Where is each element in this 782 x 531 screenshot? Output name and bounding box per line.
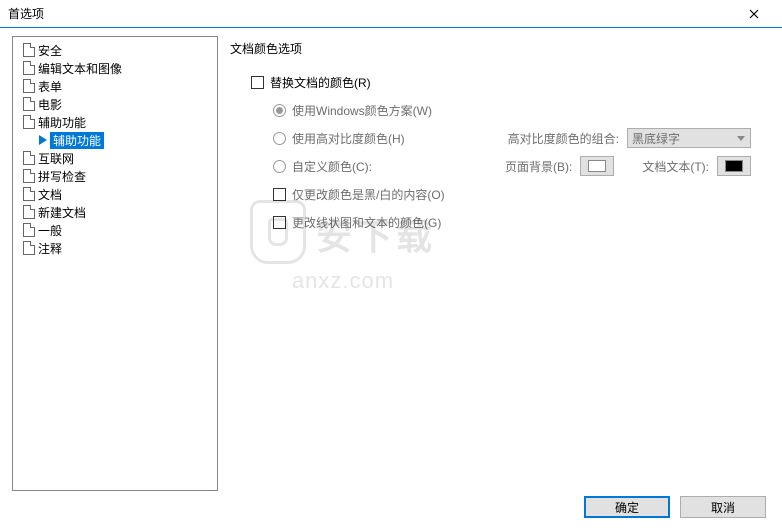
sidebar-item-label: 电影 [38,96,62,113]
sidebar-item-label: 一般 [38,222,62,239]
group-title: 文档颜色选项 [230,40,762,57]
titlebar: 首选项 [0,0,782,28]
windows-scheme-radio[interactable] [273,104,286,117]
page-icon [23,205,35,219]
close-button[interactable] [734,4,774,24]
page-icon [23,115,35,129]
category-tree: 安全 编辑文本和图像 表单 电影 辅助功能 辅助功能 互联网 拼写检查 文档 新… [12,36,218,491]
ok-button[interactable]: 确定 [584,496,670,518]
window-title: 首选项 [8,5,734,22]
sidebar-item-spellcheck[interactable]: 拼写检查 [15,167,215,185]
cancel-label: 取消 [711,499,735,516]
sidebar-item-label: 新建文档 [38,204,86,221]
change-lines-row: 更改线状图和文本的颜色(G) [251,210,751,234]
page-icon [23,241,35,255]
sidebar-item-internet[interactable]: 互联网 [15,149,215,167]
sidebar-item-label: 文档 [38,186,62,203]
high-contrast-radio[interactable] [273,132,286,145]
color-swatch-black [725,160,743,172]
sidebar-item-document[interactable]: 文档 [15,185,215,203]
page-bg-swatch[interactable] [580,156,614,176]
high-contrast-row: 使用高对比度颜色(H) 高对比度颜色的组合: 黑底绿字 [251,126,751,150]
page-icon [23,97,35,111]
sidebar-item-label: 表单 [38,78,62,95]
custom-color-row: 自定义颜色(C): 页面背景(B): 文档文本(T): [251,154,751,178]
doc-text-swatch[interactable] [717,156,751,176]
cancel-button[interactable]: 取消 [680,496,766,518]
main-panel: 文档颜色选项 替换文档的颜色(R) 使用Windows颜色方案(W) 使用高对比… [230,36,770,491]
sidebar-item-label: 编辑文本和图像 [38,60,122,77]
sidebar-item-label: 注释 [38,240,62,257]
windows-scheme-label: 使用Windows颜色方案(W) [292,102,432,119]
sidebar-item-forms[interactable]: 表单 [15,77,215,95]
sidebar-item-label: 辅助功能 [50,132,104,149]
replace-colors-checkbox[interactable] [251,76,264,89]
page-icon [23,79,35,93]
sidebar-item-label: 互联网 [38,150,74,167]
sidebar-item-accessibility-sub[interactable]: 辅助功能 [15,131,215,149]
windows-scheme-row: 使用Windows颜色方案(W) [251,98,751,122]
close-icon [749,9,759,19]
dialog-footer: 确定 取消 [0,491,782,523]
sidebar-item-movies[interactable]: 电影 [15,95,215,113]
change-lines-label: 更改线状图和文本的颜色(G) [292,214,441,231]
only-bw-label: 仅更改颜色是黑/白的内容(O) [292,186,445,203]
replace-colors-label: 替换文档的颜色(R) [270,74,371,91]
sidebar-item-comments[interactable]: 注释 [15,239,215,257]
sidebar-item-edit-text-image[interactable]: 编辑文本和图像 [15,59,215,77]
page-icon [23,43,35,57]
high-contrast-combo[interactable]: 黑底绿字 [627,128,751,148]
doc-text-label: 文档文本(T): [642,158,709,175]
page-icon [23,61,35,75]
custom-color-label: 自定义颜色(C): [292,158,372,175]
content-area: 安全 编辑文本和图像 表单 电影 辅助功能 辅助功能 互联网 拼写检查 文档 新… [0,28,782,491]
high-contrast-label: 使用高对比度颜色(H) [292,130,405,147]
sidebar-item-general[interactable]: 一般 [15,221,215,239]
page-icon [23,223,35,237]
combo-value: 黑底绿字 [632,130,680,147]
color-swatch-white [588,160,606,172]
high-contrast-combo-label: 高对比度颜色的组合: [508,130,619,147]
sidebar-item-accessibility[interactable]: 辅助功能 [15,113,215,131]
arrow-right-icon [39,135,47,145]
sidebar-item-security[interactable]: 安全 [15,41,215,59]
sidebar-item-label: 安全 [38,42,62,59]
sidebar-item-label: 拼写检查 [38,168,86,185]
ok-label: 确定 [615,499,639,516]
sidebar-item-new-document[interactable]: 新建文档 [15,203,215,221]
page-icon [23,169,35,183]
custom-color-radio[interactable] [273,160,286,173]
page-icon [23,151,35,165]
change-lines-checkbox[interactable] [273,216,286,229]
only-bw-checkbox[interactable] [273,188,286,201]
replace-colors-row: 替换文档的颜色(R) [251,70,751,94]
page-icon [23,187,35,201]
page-bg-label: 页面背景(B): [505,158,572,175]
sidebar-item-label: 辅助功能 [38,114,86,131]
only-bw-row: 仅更改颜色是黑/白的内容(O) [251,182,751,206]
document-color-options: 替换文档的颜色(R) 使用Windows颜色方案(W) 使用高对比度颜色(H) … [230,65,762,249]
